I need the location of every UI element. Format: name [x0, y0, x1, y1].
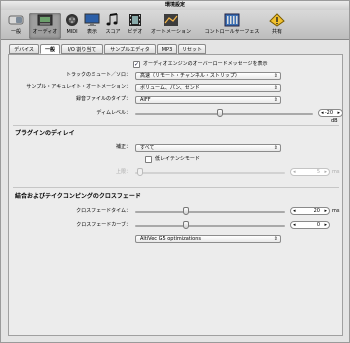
- preferences-toolbar: 一般 オーディオ MIDI 表示 スコア ビデオ オートメーション コントロール…: [1, 10, 349, 40]
- track-mute-label: トラックのミュート／ソロ：: [65, 72, 131, 78]
- stepper-left-icon[interactable]: ◂: [321, 110, 324, 117]
- overload-message-checkbox[interactable]: ✓: [133, 61, 140, 68]
- notes-icon: [105, 13, 121, 27]
- dim-level-slider-knob[interactable]: [217, 109, 223, 117]
- toolbar-midi[interactable]: MIDI: [63, 13, 81, 39]
- toolbar-control-surfaces[interactable]: コントロールサーフェス: [199, 13, 265, 39]
- tab-reset[interactable]: リセット: [178, 44, 206, 54]
- film-icon: [127, 13, 143, 27]
- toolbar-automation[interactable]: オートメーション: [147, 13, 195, 39]
- optimization-popup[interactable]: AltiVec G5 optimizations ⇕: [135, 235, 281, 243]
- separator: [13, 125, 339, 126]
- toolbar-display[interactable]: 表示: [83, 13, 101, 39]
- crossfade-time-stepper[interactable]: ◂ 20 ▸: [290, 207, 330, 215]
- plugin-delay-heading: プラグインのディレイ: [15, 130, 75, 137]
- popup-arrows-icon: ⇕: [273, 85, 278, 91]
- track-mute-popup[interactable]: 高速（リモート・チャンネル・ストリップ） ⇕: [135, 72, 281, 80]
- recording-type-popup[interactable]: AIFF ⇕: [135, 96, 281, 104]
- popup-arrows-icon: ⇕: [273, 73, 278, 79]
- automation-icon: [163, 13, 179, 27]
- crossfade-time-slider-knob[interactable]: [183, 207, 189, 215]
- switch-icon: [8, 13, 24, 27]
- dim-level-label: ディムレベル：: [96, 110, 131, 116]
- limit-label: 上限：: [115, 169, 131, 175]
- toolbar-score[interactable]: スコア: [103, 13, 123, 39]
- overload-message-label: オーディオエンジンのオーバーロードメッセージを表示: [143, 61, 268, 67]
- limit-slider[interactable]: [135, 172, 285, 174]
- tab-io-assignments[interactable]: I/O 割り当て: [61, 44, 103, 54]
- stepper-right-icon[interactable]: ▸: [324, 169, 327, 176]
- crossfade-curve-stepper[interactable]: ◂ 0 ▸: [290, 221, 330, 229]
- limit-unit: ms: [332, 169, 340, 175]
- limit-slider-knob[interactable]: [137, 168, 143, 176]
- popup-arrows-icon: ⇕: [273, 145, 278, 151]
- toolbar-audio[interactable]: オーディオ: [29, 13, 61, 39]
- preferences-window: 環境設定 一般 オーディオ MIDI 表示 スコア ビデオ オートメーション コ…: [0, 0, 350, 343]
- crossfade-heading: 結合およびテイクコンピングのクロスフェード: [15, 193, 141, 200]
- crossfade-curve-slider-knob[interactable]: [183, 221, 189, 229]
- control-surface-icon: [224, 13, 240, 27]
- separator: [13, 187, 339, 188]
- sample-automation-popup[interactable]: ボリューム、パン、センド ⇕: [135, 84, 281, 92]
- compensation-label: 補正：: [115, 144, 131, 150]
- toolbar-sharing[interactable]: 共有: [267, 13, 287, 39]
- stepper-left-icon[interactable]: ◂: [293, 222, 296, 229]
- dim-level-slider[interactable]: [135, 113, 313, 115]
- general-panel: ✓ オーディオエンジンのオーバーロードメッセージを表示 トラックのミュート／ソロ…: [8, 54, 343, 336]
- recording-type-label: 録音ファイルのタイプ：: [75, 96, 131, 102]
- tab-general[interactable]: 一般: [40, 44, 60, 54]
- stepper-left-icon[interactable]: ◂: [293, 169, 296, 176]
- crossfade-curve-label: クロスフェードカーブ：: [76, 222, 131, 228]
- display-icon: [84, 13, 100, 27]
- crossfade-curve-slider[interactable]: [135, 225, 285, 227]
- tab-sample-editor[interactable]: サンプルエディタ: [104, 44, 156, 54]
- popup-arrows-icon: ⇕: [273, 236, 278, 242]
- midi-port-icon: [64, 13, 80, 27]
- toolbar-video[interactable]: ビデオ: [125, 13, 145, 39]
- crossfade-time-label: クロスフェードタイム：: [76, 208, 131, 214]
- stepper-right-icon[interactable]: ▸: [337, 110, 340, 117]
- tab-devices[interactable]: デバイス: [9, 44, 39, 54]
- low-latency-label: 低レイテンシモード: [155, 156, 200, 162]
- low-latency-checkbox[interactable]: [145, 156, 152, 163]
- popup-arrows-icon: ⇕: [273, 97, 278, 103]
- stepper-left-icon[interactable]: ◂: [293, 208, 296, 215]
- compensation-popup[interactable]: すべて ⇕: [135, 144, 281, 152]
- tab-mp3[interactable]: MP3: [157, 44, 177, 54]
- toolbar-general[interactable]: 一般: [5, 13, 27, 39]
- sample-automation-label: サンプル・アキュレイト・オートメーション：: [26, 84, 131, 90]
- stepper-right-icon[interactable]: ▸: [324, 222, 327, 229]
- audio-interface-icon: [37, 13, 53, 27]
- limit-stepper[interactable]: ◂ 5 ▸: [290, 168, 330, 176]
- crossfade-time-slider[interactable]: [135, 211, 285, 213]
- window-title: 環境設定: [1, 1, 349, 10]
- warning-icon: [269, 13, 285, 27]
- stepper-right-icon[interactable]: ▸: [324, 208, 327, 215]
- crossfade-time-unit: ms: [332, 208, 340, 214]
- dim-level-unit: dB: [331, 118, 338, 124]
- dim-level-stepper[interactable]: ◂ -20 ▸: [318, 109, 343, 117]
